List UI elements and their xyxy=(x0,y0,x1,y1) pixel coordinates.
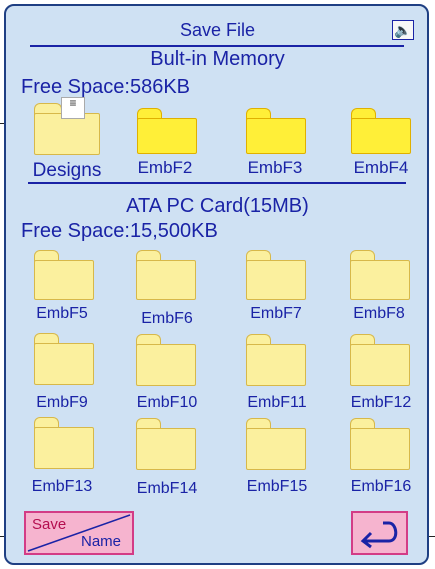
folder-label-designs: Designs xyxy=(32,160,102,181)
folder-embf8[interactable] xyxy=(350,250,410,300)
folder-label-embf16: EmbF16 xyxy=(350,478,412,495)
pc-card-title: ATA PC Card(15MB) xyxy=(126,195,309,217)
folder-embf15[interactable] xyxy=(246,418,306,470)
section-divider xyxy=(28,182,406,184)
builtin-free-space: Free Space:586KB xyxy=(21,76,190,98)
folder-label-embf3: EmbF3 xyxy=(247,158,303,177)
folder-embf2[interactable] xyxy=(137,108,197,154)
folder-embf9[interactable] xyxy=(34,333,94,385)
folder-label-embf2: EmbF2 xyxy=(137,158,193,177)
folder-label-embf15: EmbF15 xyxy=(246,478,308,495)
document-icon: ≡ xyxy=(61,97,85,119)
folder-embf13[interactable] xyxy=(34,417,94,469)
folder-embf16[interactable] xyxy=(350,418,410,470)
folder-label-embf6: EmbF6 xyxy=(141,310,193,327)
folder-embf3[interactable] xyxy=(246,108,306,154)
save-label: Save xyxy=(32,516,67,533)
back-button[interactable] xyxy=(351,511,408,555)
folder-embf14[interactable] xyxy=(136,418,196,470)
save-name-button[interactable]: Save Name xyxy=(24,511,134,555)
folder-label-embf7: EmbF7 xyxy=(250,305,302,322)
folder-label-embf10: EmbF10 xyxy=(136,394,198,411)
title-divider xyxy=(30,45,404,47)
folder-label-embf14: EmbF14 xyxy=(136,480,198,497)
speaker-icon[interactable]: 🔈 xyxy=(392,20,414,40)
folder-embf10[interactable] xyxy=(136,334,196,386)
folder-label-embf8: EmbF8 xyxy=(353,305,405,322)
return-arrow-icon xyxy=(360,521,398,549)
folder-label-embf9: EmbF9 xyxy=(36,394,88,411)
folder-embf5[interactable] xyxy=(34,250,94,300)
folder-embf12[interactable] xyxy=(350,334,410,386)
folder-embf7[interactable] xyxy=(246,250,306,300)
folder-embf11[interactable] xyxy=(246,334,306,386)
page-title: Save File xyxy=(179,20,256,40)
folder-label-embf11: EmbF11 xyxy=(247,394,307,411)
name-label: Name xyxy=(81,533,122,550)
folder-embf4[interactable] xyxy=(351,108,411,154)
folder-embf6[interactable] xyxy=(136,250,196,300)
folder-label-embf13: EmbF13 xyxy=(31,478,93,495)
pc-card-free-space: Free Space:15,500KB xyxy=(21,220,218,242)
folder-designs[interactable]: ≡ xyxy=(34,97,100,155)
folder-label-embf5: EmbF5 xyxy=(36,305,88,322)
builtin-memory-title: Bult-in Memory xyxy=(150,48,285,70)
folder-label-embf4: EmbF4 xyxy=(353,158,409,177)
folder-label-embf12: EmbF12 xyxy=(350,394,412,411)
